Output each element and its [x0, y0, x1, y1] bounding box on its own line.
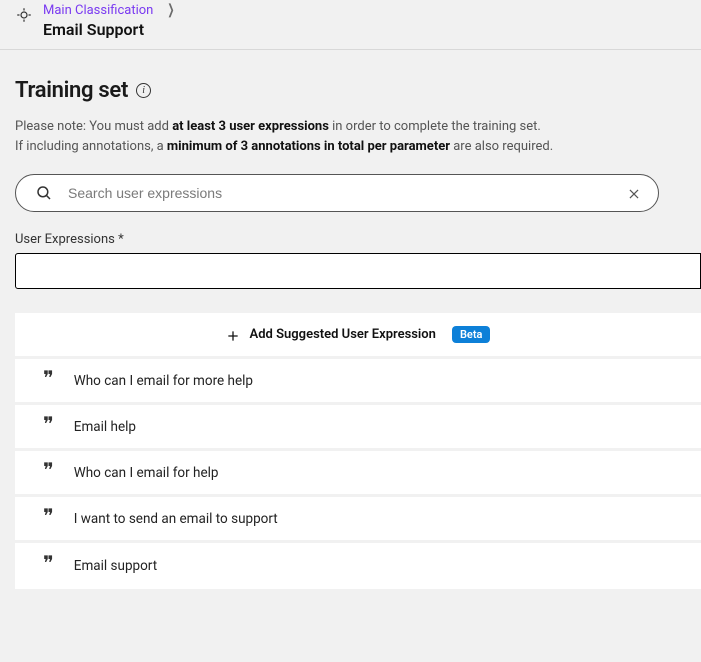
search-field — [15, 174, 659, 212]
expression-input[interactable] — [15, 253, 701, 289]
section-title: Training set — [15, 78, 128, 103]
search-input[interactable] — [15, 174, 659, 212]
breadcrumb: Main Classification ❯ Email Support — [43, 2, 177, 39]
expression-text: Email help — [74, 419, 136, 435]
expression-text: Who can I email for help — [74, 465, 219, 481]
expression-text: Who can I email for more help — [74, 373, 253, 389]
expression-text: Email support — [74, 558, 157, 574]
search-icon — [35, 184, 53, 202]
beta-badge: Beta — [452, 326, 491, 343]
chevron-right-icon: ❯ — [168, 2, 175, 18]
target-icon — [15, 6, 33, 24]
clear-icon[interactable] — [627, 186, 641, 200]
list-item[interactable]: ❞ Email help — [15, 405, 701, 451]
add-suggested-button[interactable]: Add Suggested User Expression Beta — [15, 313, 701, 359]
list-item[interactable]: ❞ I want to send an email to support — [15, 497, 701, 543]
list-item[interactable]: ❞ Email support — [15, 543, 701, 589]
expression-text: I want to send an email to support — [74, 511, 278, 527]
section-note: Please note: You must add at least 3 use… — [15, 117, 686, 156]
info-icon[interactable]: i — [136, 83, 151, 98]
breadcrumb-parent-link[interactable]: Main Classification — [43, 3, 153, 18]
page-title: Email Support — [43, 20, 177, 39]
list-item[interactable]: ❞ Who can I email for more help — [15, 359, 701, 405]
header: Main Classification ❯ Email Support — [0, 0, 701, 50]
expressions-label: User Expressions * — [15, 232, 686, 247]
expressions-list: Add Suggested User Expression Beta ❞ Who… — [15, 313, 701, 589]
plus-icon — [226, 328, 240, 342]
list-item[interactable]: ❞ Who can I email for help — [15, 451, 701, 497]
content: Training set i Please note: You must add… — [0, 50, 701, 589]
add-suggested-label: Add Suggested User Expression — [250, 327, 436, 342]
